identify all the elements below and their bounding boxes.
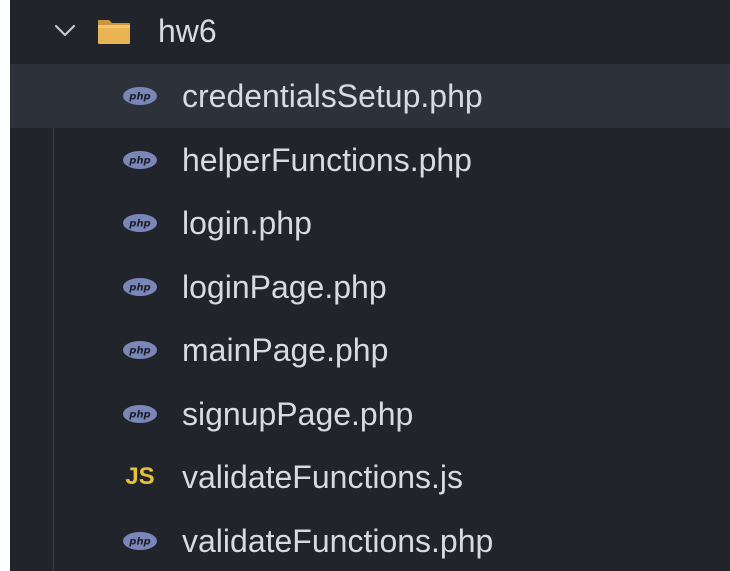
php-badge-text: php [128, 282, 150, 293]
php-badge-text: php [128, 409, 150, 420]
php-badge: php [123, 214, 157, 232]
file-row[interactable]: php helperFunctions.php [10, 128, 730, 192]
php-badge: php [123, 341, 157, 359]
php-badge-text: php [128, 536, 150, 547]
php-file-icon: php [120, 529, 160, 553]
chevron-down-icon[interactable] [54, 22, 76, 38]
file-name-label: validateFunctions.php [182, 522, 494, 559]
php-file-icon: php [120, 275, 160, 299]
php-badge: php [123, 404, 157, 423]
folder-label: hw6 [158, 13, 217, 49]
file-row[interactable]: php login.php [10, 191, 730, 255]
php-file-icon: php [120, 211, 160, 235]
php-file-icon: php [120, 148, 160, 172]
js-badge-text: JS [125, 463, 155, 490]
file-explorer-panel: hw6 php credentialsSetup.php php helperFunc… [10, 0, 730, 571]
file-name-label: credentialsSetup.php [182, 78, 483, 114]
php-badge-text: php [128, 219, 150, 230]
php-file-icon: php [120, 338, 160, 362]
file-name-label: signupPage.php [182, 395, 414, 432]
php-badge: php [123, 277, 157, 296]
php-badge-text: php [128, 92, 150, 103]
file-name-label: login.php [182, 205, 312, 241]
file-row[interactable]: JS validateFunctions.js [10, 445, 730, 509]
php-badge: php [123, 531, 157, 550]
php-file-icon: php [120, 402, 160, 426]
file-row[interactable]: php signupPage.php [10, 382, 730, 446]
file-row[interactable]: php credentialsSetup.php [10, 64, 730, 128]
php-badge-text: php [128, 155, 150, 166]
js-file-icon: JS [120, 465, 160, 489]
folder-open-icon [98, 20, 130, 44]
file-name-label: loginPage.php [182, 268, 387, 305]
file-row[interactable]: php validateFunctions.php [10, 509, 730, 571]
php-badge: php [123, 150, 157, 169]
file-row[interactable]: php loginPage.php [10, 255, 730, 319]
file-name-label: helperFunctions.php [182, 141, 472, 178]
file-name-label: validateFunctions.js [182, 459, 464, 495]
php-file-icon: php [120, 84, 160, 108]
file-name-label: mainPage.php [182, 332, 389, 368]
file-row[interactable]: php mainPage.php [10, 318, 730, 382]
php-badge-text: php [128, 346, 150, 357]
folder-row-hw6[interactable]: hw6 [10, 0, 730, 64]
php-badge: php [123, 87, 157, 105]
